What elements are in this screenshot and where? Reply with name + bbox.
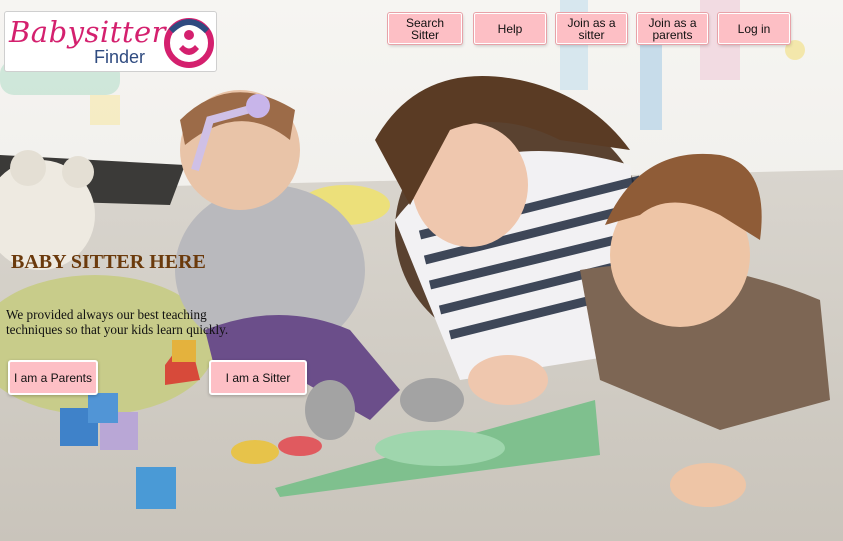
parent-button[interactable]: I am a Parents	[8, 360, 98, 395]
logo-subtitle: Finder	[94, 47, 146, 67]
babysitter-logo-icon	[164, 18, 214, 68]
site-logo[interactable]: Babysitter Finder	[4, 11, 217, 72]
nav-help[interactable]: Help	[474, 13, 546, 44]
hero-description: We provided always our best teaching tec…	[6, 307, 229, 337]
nav-search-sitter[interactable]: Search Sitter	[388, 13, 462, 44]
nav-join-sitter[interactable]: Join as a sitter	[556, 13, 627, 44]
nav-join-parents[interactable]: Join as a parents	[637, 13, 708, 44]
nav-login[interactable]: Log in	[718, 13, 790, 44]
hero-title: BABY SITTER HERE	[11, 251, 206, 273]
sitter-button[interactable]: I am a Sitter	[209, 360, 307, 395]
logo-wordmark: Babysitter	[9, 15, 167, 49]
